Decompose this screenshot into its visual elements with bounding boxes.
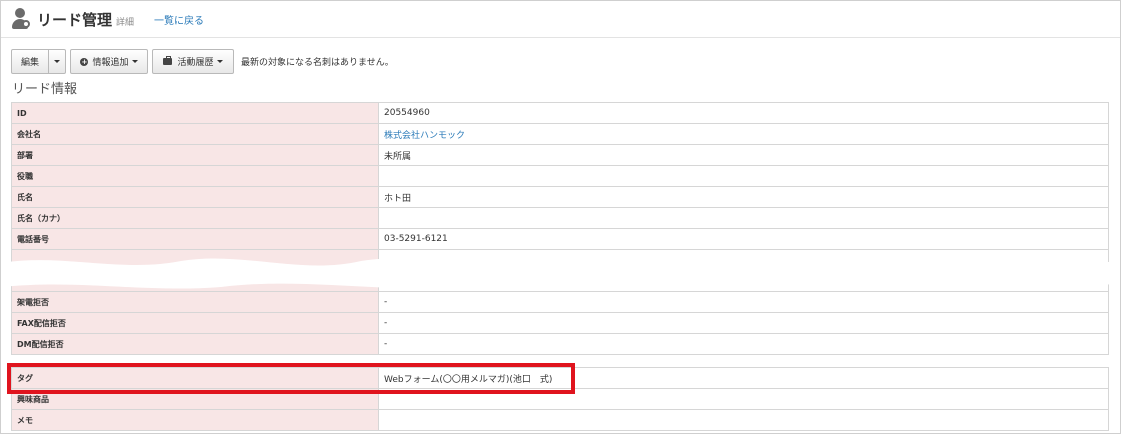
activity-history-label: 活動履歴 — [177, 58, 214, 68]
field-value: 未所属 — [378, 144, 1109, 166]
add-info-label: 情報追加 — [92, 58, 129, 68]
field-label: DM配信拒否 — [11, 333, 379, 355]
briefcase-icon — [163, 56, 173, 65]
lead-info-table: ID 20554960 会社名 株式会社ハンモック 部署 未所属 役職 氏名 ホト田 氏名（カナ）… — [11, 102, 1109, 355]
table-row: 電話番号 03-5291-6121 — [11, 228, 1109, 250]
field-value — [378, 409, 1109, 431]
page-header: リード管理 詳細 一覧に戻る — [11, 6, 204, 32]
field-value — [378, 388, 1109, 410]
edit-dropdown-button[interactable] — [49, 49, 66, 74]
chevron-down-icon — [131, 60, 138, 63]
field-value: 03-5291-6121 — [378, 228, 1109, 250]
chevron-down-icon — [216, 60, 223, 63]
table-row: 氏名 ホト田 — [11, 186, 1109, 208]
add-info-button[interactable]: + 情報追加 — [70, 49, 148, 74]
business-card-notice: 最新の対象になる名刺はありません。 — [241, 58, 394, 68]
table-row: 会社名 株式会社ハンモック — [11, 123, 1109, 145]
field-value: 20554960 — [378, 102, 1109, 124]
chevron-down-icon — [54, 60, 60, 63]
field-label: 架電拒否 — [11, 291, 379, 313]
field-value: - — [378, 312, 1109, 334]
field-label: 氏名 — [11, 186, 379, 208]
field-value — [378, 207, 1109, 229]
field-label: 役職 — [11, 165, 379, 187]
table-row: タグ Webフォーム(〇〇用メルマガ)(池口 式) — [11, 367, 1109, 389]
field-label: 興味商品 — [11, 388, 379, 410]
table-row: 興味商品 — [11, 388, 1109, 410]
table-row: ID 20554960 — [11, 102, 1109, 124]
field-label: 会社名 — [11, 123, 379, 145]
company-name-link[interactable]: 株式会社ハンモック — [378, 123, 1109, 145]
field-value: Webフォーム(〇〇用メルマガ)(池口 式) — [378, 367, 1109, 389]
table-row: 部署 未所属 — [11, 144, 1109, 166]
field-label: 電話番号 — [11, 228, 379, 250]
field-value: - — [378, 291, 1109, 313]
plus-circle-icon: + — [80, 57, 89, 66]
table-row: DM配信拒否 - — [11, 333, 1109, 355]
section-title: リード情報 — [12, 82, 78, 97]
toolbar: 編集 + 情報追加 活動履歴 最新の対象になる名刺はありません。 — [11, 49, 394, 74]
field-label: メモ — [11, 409, 379, 431]
field-label: タグ — [11, 367, 379, 389]
lead-search-icon — [11, 7, 31, 31]
field-value: - — [378, 333, 1109, 355]
table-row: 氏名（カナ） — [11, 207, 1109, 229]
edit-button-group: 編集 — [11, 49, 66, 74]
page-title: リード管理 — [37, 10, 113, 29]
back-to-list-link[interactable]: 一覧に戻る — [154, 12, 204, 27]
header-divider — [1, 37, 1120, 38]
redaction-mark — [1, 258, 1120, 289]
table-row: FAX配信拒否 - — [11, 312, 1109, 334]
field-label: 氏名（カナ） — [11, 207, 379, 229]
field-value: ホト田 — [378, 186, 1109, 208]
field-value — [378, 165, 1109, 187]
lead-tag-table: タグ Webフォーム(〇〇用メルマガ)(池口 式) 興味商品 メモ — [11, 367, 1109, 431]
edit-button[interactable]: 編集 — [11, 49, 49, 74]
field-label: 部署 — [11, 144, 379, 166]
page-frame: リード管理 詳細 一覧に戻る 編集 + 情報追加 活動履歴 最新の対象になる名刺… — [0, 0, 1121, 434]
page-subtitle: 詳細 — [116, 17, 135, 28]
activity-history-button[interactable]: 活動履歴 — [152, 49, 234, 74]
table-row: メモ — [11, 409, 1109, 431]
table-row: 架電拒否 - — [11, 291, 1109, 313]
field-label: ID — [11, 102, 379, 124]
table-row: 役職 — [11, 165, 1109, 187]
field-label: FAX配信拒否 — [11, 312, 379, 334]
